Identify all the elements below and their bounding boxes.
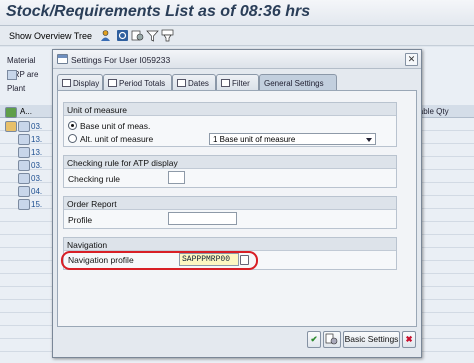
- cancel-button[interactable]: ✖: [402, 331, 416, 348]
- grid-row-icon[interactable]: [18, 121, 30, 132]
- filter-icon: [221, 79, 230, 87]
- calendar-icon: [177, 79, 186, 87]
- grid-col-a: A...: [20, 107, 33, 116]
- grid-row-icon[interactable]: [5, 121, 17, 132]
- value-help-icon[interactable]: [240, 255, 249, 265]
- group-title: Unit of measure: [64, 103, 396, 116]
- plant-label: Plant: [7, 84, 26, 93]
- alt-unit-dropdown[interactable]: 1 Base unit of measure: [209, 133, 376, 145]
- alt-unit-value: 1 Base unit of measure: [213, 135, 296, 144]
- base-unit-label: Base unit of meas.: [80, 121, 151, 131]
- period-totals-icon: [108, 79, 117, 87]
- refresh-icon[interactable]: [116, 29, 129, 42]
- grid-row-icon[interactable]: [18, 173, 30, 184]
- tab-dates[interactable]: Dates: [172, 74, 216, 91]
- basic-settings-button[interactable]: Basic Settings: [343, 331, 400, 348]
- checking-rule-label: Checking rule: [68, 174, 120, 184]
- navigation-profile-input[interactable]: SAPPPMRP00: [179, 253, 239, 266]
- window-icon: [57, 54, 68, 64]
- grid-row-date: 03.: [31, 161, 43, 170]
- close-button[interactable]: ✕: [405, 53, 418, 66]
- person-icon[interactable]: [99, 29, 112, 42]
- grid-row-icon[interactable]: [18, 147, 30, 158]
- window-title-bar: Stock/Requirements List as of 08:36 hrs: [0, 0, 474, 26]
- grid-row-icon[interactable]: [18, 186, 30, 197]
- settings-icon: [325, 333, 338, 345]
- alt-unit-label: Alt. unit of measure: [80, 134, 154, 144]
- navigation-group: Navigation Navigation profile SAPPPMRP00: [61, 237, 397, 270]
- atp-checking-group: Checking rule for ATP display Checking r…: [63, 155, 397, 188]
- grid-row-date: 15.: [31, 200, 43, 209]
- tab-filter[interactable]: Filter: [216, 74, 259, 91]
- order-report-group: Order Report Profile: [63, 196, 397, 229]
- navigation-profile-label: Navigation profile: [68, 255, 134, 265]
- application-toolbar: Show Overview Tree: [0, 26, 474, 46]
- alt-unit-radio[interactable]: [68, 134, 77, 143]
- window-title: Stock/Requirements List as of 08:36 hrs: [6, 3, 311, 20]
- show-overview-tree-button[interactable]: Show Overview Tree: [9, 31, 92, 41]
- grid-row-date: 03.: [31, 174, 43, 183]
- dialog-title: Settings For User I059233: [71, 55, 171, 65]
- print-filter-icon[interactable]: [161, 29, 174, 42]
- grid-row-date: 13.: [31, 148, 43, 157]
- grid-row-icon[interactable]: [18, 199, 30, 210]
- dialog-title-bar: Settings For User I059233 ✕: [53, 50, 421, 69]
- filter-icon[interactable]: [146, 29, 159, 42]
- grid-row-date: 04.: [31, 187, 43, 196]
- group-title: Navigation: [64, 238, 396, 251]
- grid-row-icon[interactable]: [18, 160, 30, 171]
- mrp-area-icon: [7, 70, 17, 80]
- display-icon: [62, 79, 71, 87]
- checking-rule-input[interactable]: [168, 171, 185, 184]
- group-title: Checking rule for ATP display: [64, 156, 396, 169]
- material-label: Material: [7, 56, 36, 65]
- grid-head-icon: [5, 107, 17, 118]
- unit-of-measure-group: Unit of measure Base unit of meas. Alt. …: [63, 102, 397, 147]
- basic-settings-icon-button[interactable]: [323, 331, 341, 348]
- tab-display[interactable]: Display: [57, 74, 103, 91]
- general-settings-panel: Unit of measure Base unit of meas. Alt. …: [57, 90, 417, 327]
- grid-row-date: 03.: [31, 122, 43, 131]
- group-title: Order Report: [64, 197, 396, 210]
- settings-dialog: Settings For User I059233 ✕ Display Peri…: [52, 49, 422, 358]
- base-unit-radio[interactable]: [68, 121, 77, 130]
- profile-input[interactable]: [168, 212, 237, 225]
- confirm-button[interactable]: ✔: [307, 331, 321, 348]
- tab-period-totals[interactable]: Period Totals: [103, 74, 172, 91]
- profile-label: Profile: [68, 215, 93, 225]
- chevron-down-icon: [366, 138, 372, 142]
- grid-row-date: 13.: [31, 135, 43, 144]
- settings-icon[interactable]: [131, 29, 144, 42]
- grid-row-icon[interactable]: [18, 134, 30, 145]
